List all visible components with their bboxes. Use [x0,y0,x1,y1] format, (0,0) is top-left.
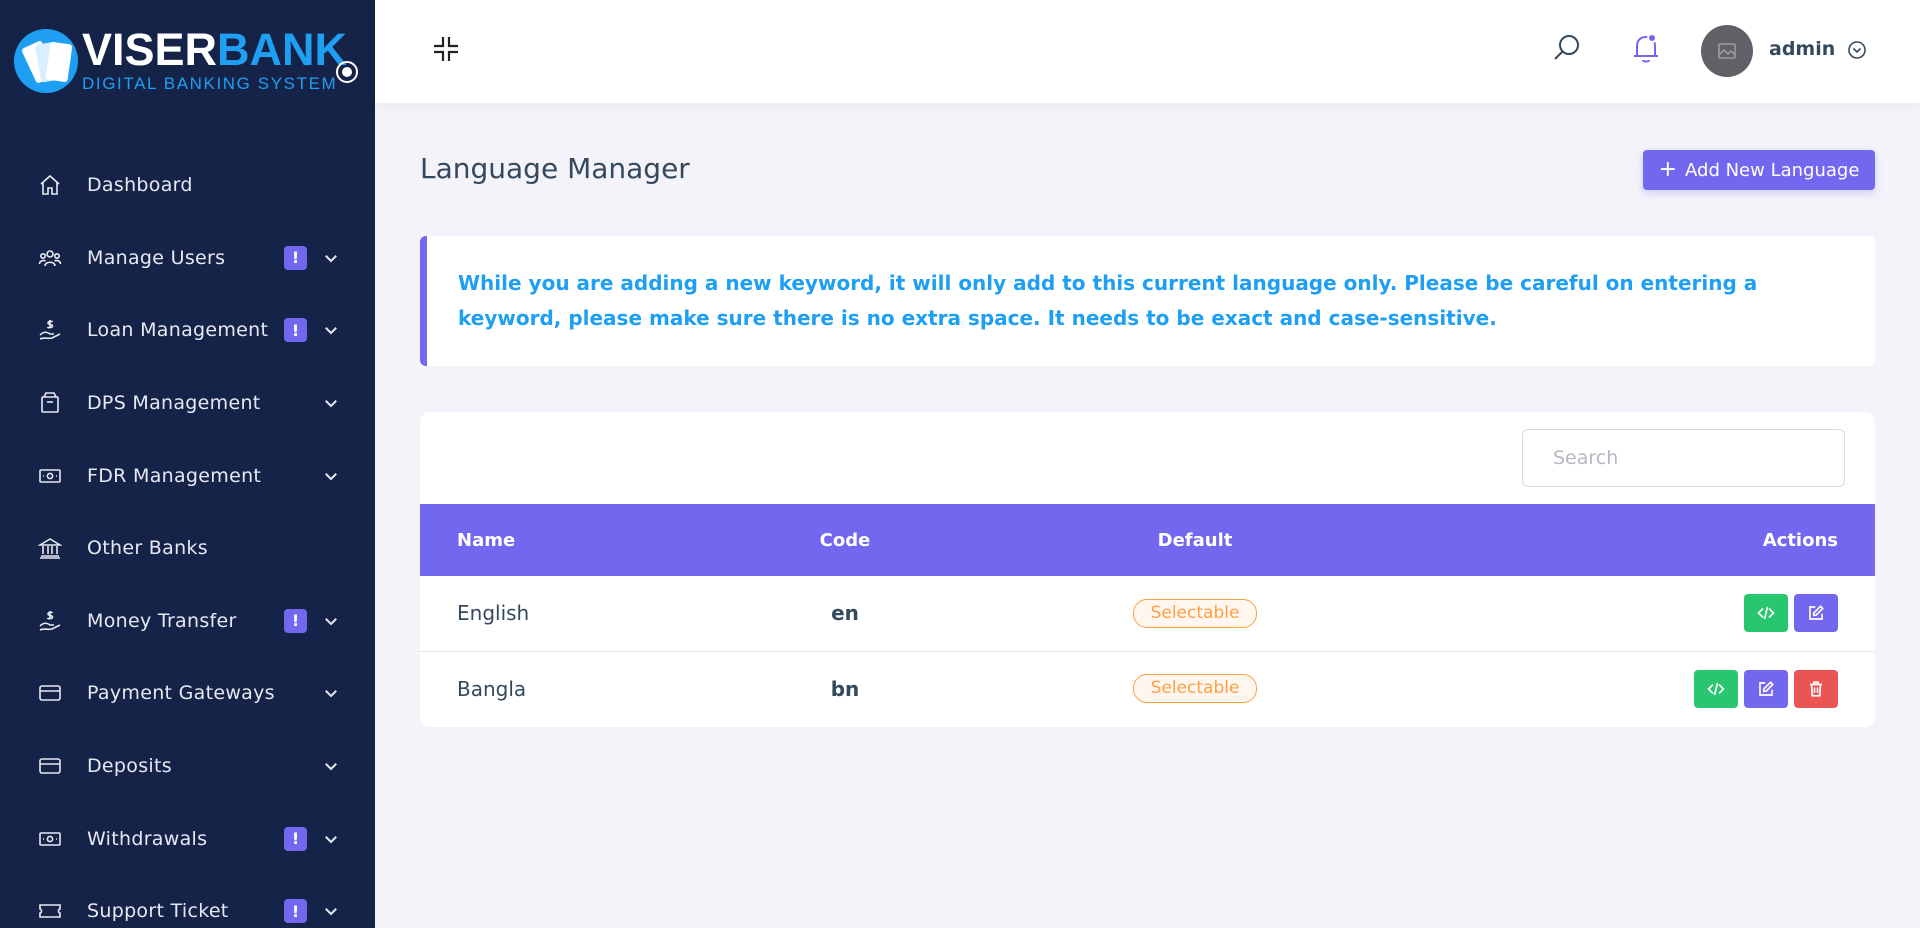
sidebar-item-dashboard[interactable]: Dashboard [0,149,375,222]
sidebar-item-deposits[interactable]: Deposits [0,730,375,803]
code-icon [1707,682,1725,695]
users-icon [37,245,63,271]
sidebar-item-support-ticket[interactable]: Support Ticket ! [0,875,375,928]
sidebar-item-label: DPS Management [87,392,261,415]
search-icon[interactable] [1551,32,1583,64]
sidebar-item-fdr-management[interactable]: FDR Management [0,439,375,512]
hand-dollar-icon [37,608,63,634]
admin-username[interactable]: admin [1769,38,1835,60]
info-alert: While you are adding a new keyword, it w… [420,236,1875,366]
status-badge: Selectable [1132,674,1258,704]
sidebar-item-label: Dashboard [87,174,193,197]
chevron-down-icon [322,757,340,775]
bell-icon[interactable] [1630,31,1662,65]
table-header-row: Name Code Default Actions [420,504,1875,576]
collapse-icon[interactable] [431,34,461,64]
add-new-language-button[interactable]: + Add New Language [1643,150,1875,190]
column-header-name: Name [457,529,516,551]
language-code: bn [830,676,860,701]
keywords-button[interactable] [1744,594,1788,633]
alert-text: While you are adding a new keyword, it w… [458,271,1758,330]
sidebar: VISERBANK DIGITAL BANKING SYSTEM Dashboa… [0,0,375,928]
sidebar-item-other-banks[interactable]: Other Banks [0,512,375,585]
trash-icon [1810,681,1822,697]
sidebar-item-label: Manage Users [87,246,226,269]
language-table: Name Code Default Actions English en Sel… [420,504,1875,726]
sidebar-item-dps-management[interactable]: DPS Management [0,367,375,440]
brand-subtitle: DIGITAL BANKING SYSTEM [82,74,338,93]
sidebar-item-label: Payment Gateways [87,682,275,705]
language-name: Bangla [457,676,527,701]
sidebar-item-loan-management[interactable]: Loan Management ! [0,294,375,367]
column-header-code: Code [819,529,871,551]
viserbank-logo-icon [14,29,78,93]
chevron-down-icon [322,684,340,702]
sidebar-item-label: Money Transfer [87,609,237,632]
chevron-down-icon [322,249,340,267]
hand-dollar-icon [37,317,63,343]
brand-name: VISERBANK [82,24,348,75]
status-badge: Selectable [1132,598,1258,628]
credit-card-icon [37,753,63,779]
money-bill-icon [37,463,63,489]
chevron-down-icon [322,902,340,920]
money-bill-icon [37,826,63,852]
edit-button[interactable] [1744,669,1788,708]
notification-badge: ! [284,318,307,343]
keywords-button[interactable] [1694,669,1738,708]
sidebar-item-payment-gateways[interactable]: Payment Gateways [0,657,375,730]
notification-badge: ! [284,826,307,851]
ticket-icon [37,898,63,924]
brand-logo[interactable]: VISERBANK DIGITAL BANKING SYSTEM [14,24,348,94]
chevron-down-icon[interactable] [1847,40,1867,60]
edit-icon [1759,680,1774,696]
language-code: en [831,601,859,626]
notification-dot [1647,33,1657,43]
column-header-actions: Actions [1762,529,1838,551]
sidebar-item-withdrawals[interactable]: Withdrawals ! [0,802,375,875]
credit-card-icon [37,680,63,706]
topbar: admin [375,0,1920,103]
sidebar-item-label: Other Banks [87,537,208,560]
delete-button[interactable] [1794,669,1838,708]
chevron-down-icon [322,467,340,485]
notification-badge: ! [284,899,307,924]
notification-badge: ! [284,608,307,633]
language-table-card: Name Code Default Actions English en Sel… [420,412,1875,727]
avatar[interactable] [1701,25,1753,77]
page-title: Language Manager [420,152,690,185]
sidebar-toggle-icon[interactable] [336,61,358,83]
table-row: Bangla bn Selectable [420,651,1875,726]
sidebar-item-manage-users[interactable]: Manage Users ! [0,222,375,295]
image-placeholder-icon [1718,43,1736,59]
language-name: English [457,601,530,626]
chevron-down-icon [322,394,340,412]
sidebar-item-label: Withdrawals [87,827,208,850]
chevron-down-icon [322,612,340,630]
plus-icon: + [1658,157,1678,182]
sidebar-item-money-transfer[interactable]: Money Transfer ! [0,585,375,658]
chevron-down-icon [322,321,340,339]
add-new-language-label: Add New Language [1685,159,1860,181]
search-input[interactable] [1522,429,1845,487]
sidebar-item-label: Deposits [87,755,172,778]
sidebar-item-label: Loan Management [87,319,269,342]
sidebar-item-label: FDR Management [87,464,262,487]
chevron-down-icon [322,830,340,848]
edit-button[interactable] [1794,594,1838,633]
column-header-default: Default [1157,529,1233,551]
home-icon [37,172,63,198]
sidebar-menu: Dashboard Manage Users ! Loan Management… [0,149,375,928]
code-icon [1757,607,1775,620]
sidebar-item-label: Support Ticket [87,900,229,923]
edit-icon [1809,605,1824,621]
table-row: English en Selectable [420,576,1875,651]
box-icon [37,390,63,416]
notification-badge: ! [284,245,307,270]
bank-icon [37,535,63,561]
